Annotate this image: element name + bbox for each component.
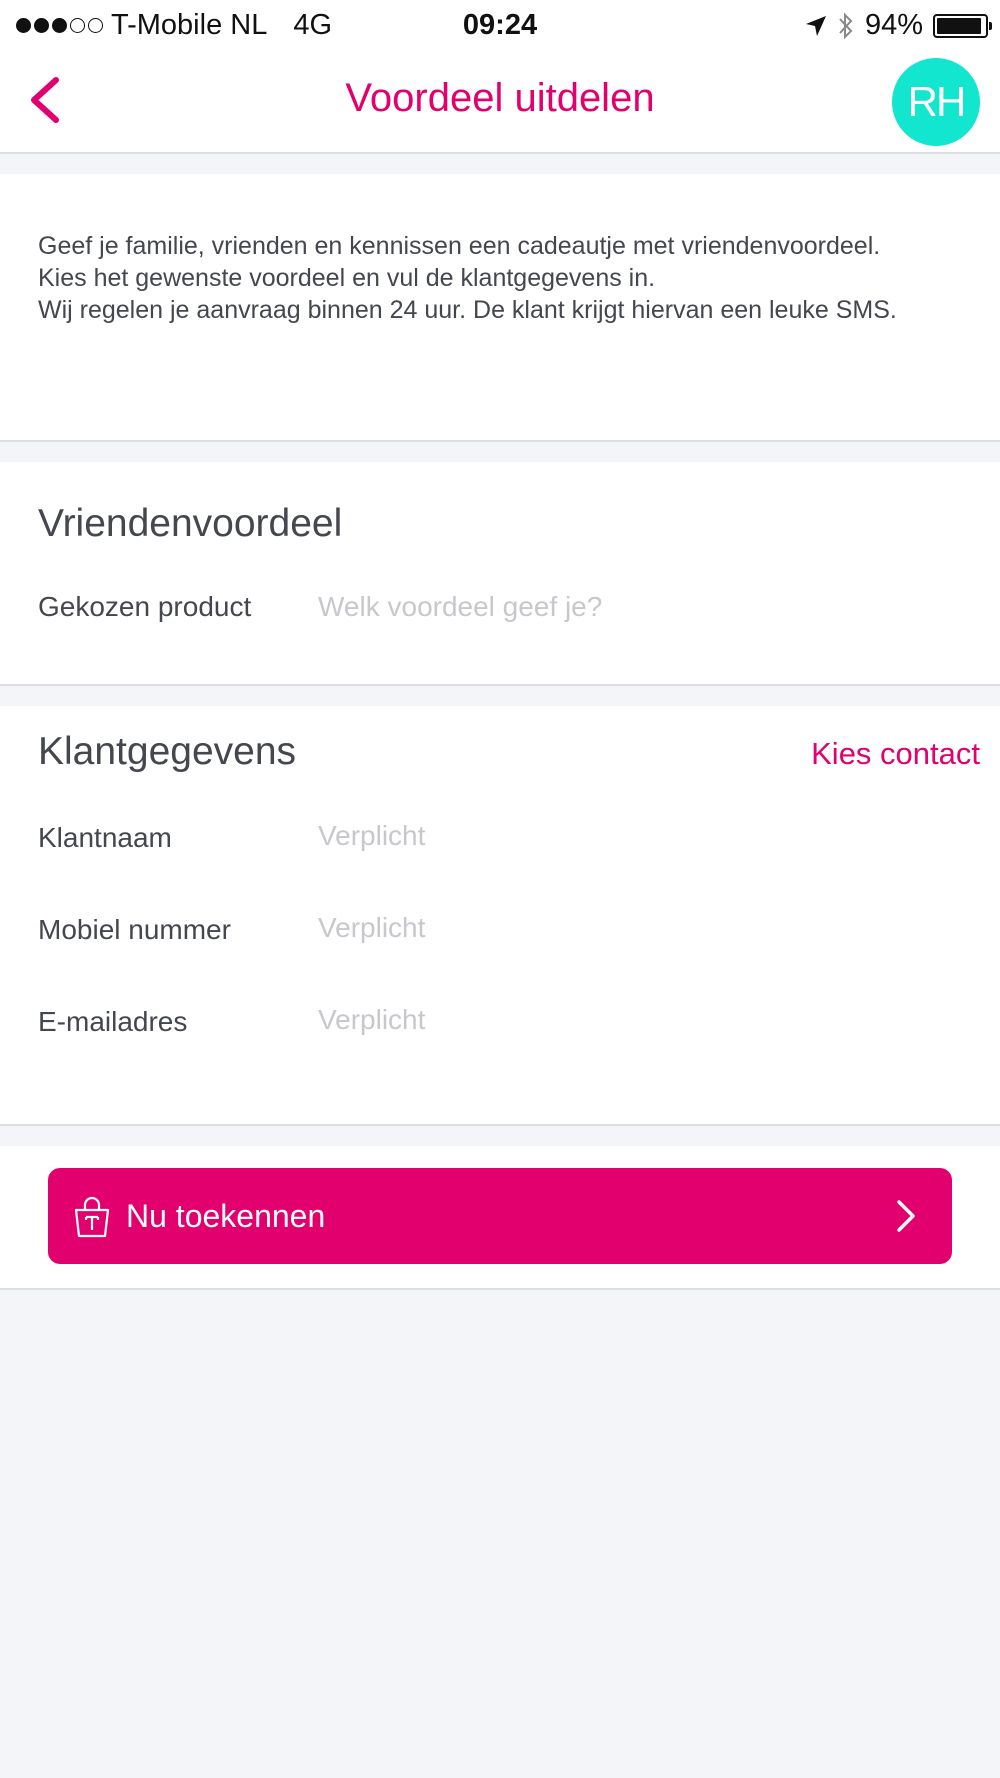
mobile-number-input[interactable]: Verplicht	[318, 912, 425, 944]
battery-icon	[933, 13, 992, 38]
action-section: Nu toekennen	[0, 1146, 1000, 1290]
product-section-title: Vriendenvoordeel	[38, 502, 343, 545]
bluetooth-icon	[839, 12, 853, 39]
product-select[interactable]: Welk voordeel geef je?	[318, 591, 602, 623]
product-field-label: Gekozen product	[38, 591, 252, 622]
grant-button-label: Nu toekennen	[126, 1198, 326, 1234]
customer-section: Klantgegevens Kies contact Klantnaam Ver…	[0, 706, 1000, 1126]
intro-line: Geef je familie, vrienden en kennissen e…	[38, 232, 881, 260]
email-input[interactable]: Verplicht	[318, 1004, 425, 1036]
product-section: Vriendenvoordeel Gekozen product Welk vo…	[0, 462, 1000, 686]
intro-line: Kies het gewenste voordeel en vul de kla…	[38, 264, 656, 292]
battery-percentage: 94%	[864, 9, 923, 41]
status-bar: T-Mobile NL 4G 09:24 94%	[0, 0, 1000, 50]
intro-text: Geef je familie, vrienden en kennissen e…	[38, 230, 968, 326]
intro-card: Geef je familie, vrienden en kennissen e…	[0, 174, 1000, 442]
avatar[interactable]: RH	[892, 58, 980, 146]
customer-name-input[interactable]: Verplicht	[318, 820, 425, 852]
chevron-right-icon	[897, 1200, 915, 1232]
page-title: Voordeel uitdelen	[345, 76, 655, 120]
customer-name-label: Klantnaam	[38, 822, 172, 853]
mobile-number-label: Mobiel nummer	[38, 914, 231, 945]
choose-contact-link[interactable]: Kies contact	[811, 736, 980, 772]
nav-bar: Voordeel uitdelen RH	[0, 50, 1000, 154]
grant-button[interactable]: Nu toekennen	[48, 1168, 952, 1264]
shopping-bag-icon	[74, 1196, 110, 1238]
intro-line: Wij regelen je aanvraag binnen 24 uur. D…	[38, 296, 897, 324]
customer-section-title: Klantgegevens	[38, 730, 297, 773]
email-label: E-mailadres	[38, 1006, 188, 1037]
location-arrow-icon	[805, 15, 826, 36]
